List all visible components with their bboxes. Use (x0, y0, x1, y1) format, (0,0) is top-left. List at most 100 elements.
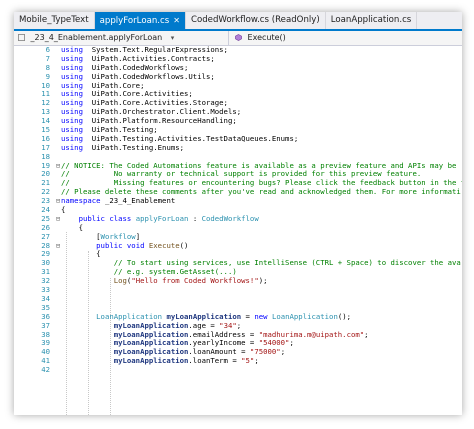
code-token: _23_4_Enablement (100, 196, 176, 206)
code-text: namespace _23_4_Enablement (61, 196, 176, 206)
code-token: () (179, 240, 189, 250)
code-token: : (188, 213, 202, 223)
document-tab[interactable]: Mobile_TypeText (14, 12, 95, 29)
code-token: LoanApplication (271, 311, 338, 321)
code-token: .loanAmount = (188, 347, 250, 357)
code-token: UiPath.Testing.Activities.TestDataQueues… (82, 133, 299, 143)
code-line[interactable]: 32 Log("Hello from Coded Workflows!"); (14, 276, 462, 286)
code-token: "Hello from Coded Workflows!" (131, 276, 259, 286)
code-token: using (61, 142, 83, 152)
code-token: UiPath.Core; (82, 80, 145, 90)
code-token: ); (258, 276, 268, 286)
code-line[interactable]: 23 ⊟ namespace _23_4_Enablement (14, 196, 462, 206)
code-token: myLoanApplication (113, 329, 189, 339)
code-token: using (61, 62, 83, 72)
code-token: "madhurima.m@uipath.com" (258, 329, 365, 339)
tab-label: CodedWorkflow.cs (ReadOnly) (190, 15, 320, 25)
code-token: Workflow (100, 231, 136, 241)
code-token: UiPath.Testing.Enums; (82, 142, 185, 152)
tab-label: applyForLoan.cs (99, 16, 170, 26)
code-line[interactable]: 41 myLoanApplication.loanTerm = "5"; (14, 356, 462, 366)
code-token: { (61, 205, 66, 215)
tab-label: LoanApplication.cs (330, 15, 412, 25)
code-token: "54000" (258, 338, 290, 348)
code-token: public void (96, 240, 145, 250)
code-token: .loanTerm = (188, 356, 242, 366)
code-editor[interactable]: 6 using System.Text.RegularExpressions; 7 u… (14, 46, 462, 415)
line-number: 8 (45, 62, 50, 72)
document-tab[interactable]: LoanApplication.cs (326, 12, 418, 29)
code-token: // e.g. system.GetAsset(...) (113, 267, 237, 277)
code-token: ; (289, 338, 294, 348)
tab-label: Mobile_TypeText (19, 15, 89, 25)
code-token: .emailAddress = (188, 329, 259, 339)
navigation-bar: _23_4_Enablement.applyForLoan ▾ Execute(… (14, 31, 462, 46)
code-token: // No warranty or technical support is p… (61, 169, 422, 179)
member-dropdown[interactable]: Execute() (228, 31, 462, 45)
code-token: UiPath.CodedWorkflows.Utils; (82, 71, 215, 81)
code-token: applyForLoan (135, 213, 189, 223)
code-token: LoanApplication (96, 311, 163, 321)
type-dropdown-label: _23_4_Enablement.applyForLoan (30, 33, 163, 42)
code-token: myLoanApplication (166, 311, 242, 321)
chevron-down-icon: ▾ (170, 34, 175, 42)
code-token: .yearlyIncome = (188, 338, 259, 348)
code-token: ; (236, 320, 242, 330)
code-token: using (61, 125, 83, 135)
code-token: myLoanApplication (113, 347, 189, 357)
code-line[interactable]: 33 (14, 285, 462, 295)
code-token: using (61, 80, 83, 90)
code-token: using (61, 53, 83, 63)
document-tab[interactable]: applyForLoan.cs ✕ (94, 12, 186, 29)
code-token: (); (337, 311, 352, 321)
method-icon (235, 34, 242, 41)
code-token: using (61, 89, 83, 99)
code-token: ; (254, 356, 259, 366)
code-token: // Please delete these comments after yo… (61, 187, 461, 197)
code-line[interactable]: 42 (14, 365, 462, 375)
code-token: Log (113, 276, 127, 286)
code-token: using (61, 98, 83, 108)
code-token: new (254, 311, 268, 321)
code-token: using (61, 71, 83, 81)
code-token: UiPath.Activities.Contracts; (82, 53, 215, 63)
code-token: myLoanApplication (113, 320, 189, 330)
code-token: "5" (241, 356, 255, 366)
code-token: public class (78, 213, 132, 223)
close-icon[interactable]: ✕ (173, 16, 180, 25)
code-token: UiPath.CodedWorkflows; (82, 62, 189, 72)
code-token: using (61, 46, 83, 54)
code-token: ] (135, 231, 141, 241)
code-token: "34" (219, 320, 237, 330)
document-tab-bar: Mobile_TypeText applyForLoan.cs ✕ CodedWork… (14, 12, 462, 31)
document-tab[interactable]: CodedWorkflow.cs (ReadOnly) (186, 12, 326, 29)
code-line[interactable]: 34 (14, 294, 462, 304)
code-editor-window: Mobile_TypeText applyForLoan.cs ✕ CodedWork… (14, 12, 462, 415)
code-token: UiPath.Testing; (82, 125, 158, 135)
code-token: .age = (188, 320, 220, 330)
class-icon (18, 34, 25, 41)
code-token: // NOTICE: The Coded Automations feature… (61, 160, 457, 170)
code-token: = (241, 311, 255, 321)
type-dropdown[interactable]: _23_4_Enablement.applyForLoan ▾ (18, 31, 223, 45)
code-token: CodedWorkflow (201, 213, 259, 223)
code-token: ; (280, 347, 286, 357)
line-number: 42 (41, 365, 50, 375)
code-token: ; (364, 329, 369, 339)
code-line[interactable]: 17 using UiPath.Testing.Enums; (14, 142, 462, 153)
code-token: "75000" (249, 347, 281, 357)
code-token: myLoanApplication (113, 338, 189, 348)
code-token: using (61, 133, 83, 143)
code-token: // Missing features or encountering bugs… (61, 178, 462, 188)
member-dropdown-label: Execute() (247, 33, 286, 42)
code-token: { (61, 222, 83, 232)
code-text: Log("Hello from Coded Workflows!"); (61, 276, 268, 286)
